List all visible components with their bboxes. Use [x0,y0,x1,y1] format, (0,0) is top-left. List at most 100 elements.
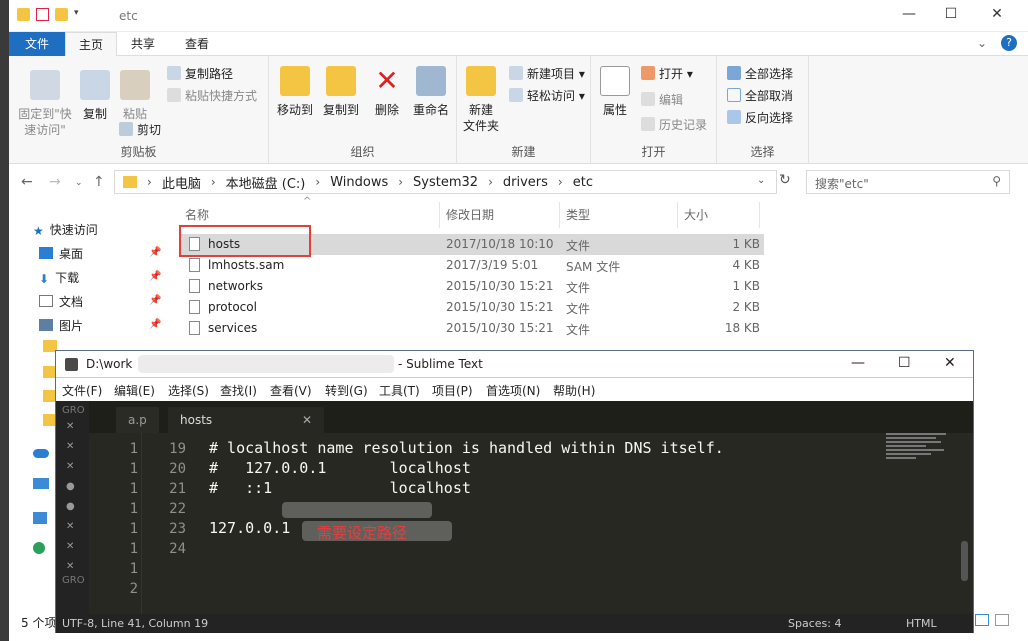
nav-desktop[interactable]: 桌面 [39,245,83,262]
copy-to-button[interactable]: 复制到 [319,66,363,118]
vertical-scrollbar[interactable] [961,541,968,581]
sidebar-close-icon[interactable]: ✕ [66,441,74,452]
table-row[interactable]: lmhosts.sam 2017/3/19 5:01 SAM 文件 4 KB [179,255,764,276]
forward-arrow-icon[interactable]: → [49,174,61,190]
close-button[interactable]: ✕ [977,6,1017,26]
edit-button[interactable]: 编辑 [641,91,683,108]
delete-button[interactable]: ✕ 删除 [369,66,405,118]
sidebar-close-icon[interactable]: ✕ [66,461,74,472]
properties-check-icon[interactable] [36,8,49,21]
new-folder-button[interactable]: 新建 文件夹 [461,66,501,134]
search-input[interactable]: 搜索"etc" ⚲ [806,170,1010,194]
tab-a-p[interactable]: a.p [116,407,159,433]
pin-quick-access-button[interactable]: 固定到"快速访问" [13,70,77,138]
nav-quick-access[interactable]: ★ 快速访问 [33,221,98,238]
back-arrow-icon[interactable]: ← [21,174,33,190]
close-tab-icon[interactable]: ✕ [302,407,312,433]
folder-icon[interactable] [17,8,30,21]
menu-project[interactable]: 项目(P) [432,382,473,399]
code-line[interactable]: # 127.0.0.1 localhost [209,459,471,477]
this-pc-icon[interactable] [33,478,49,489]
sidebar-dot-icon[interactable]: ● [66,481,75,492]
code-line[interactable]: # localhost name resolution is handled w… [209,439,724,457]
minimize-button[interactable]: — [889,6,929,26]
recent-dropdown-icon[interactable]: ⌄ [75,178,83,188]
crumb-etc[interactable]: etc [573,175,593,190]
crumb-local-disk[interactable]: 本地磁盘 (C:) [226,173,306,192]
pin-icon[interactable]: 📌 [149,247,161,258]
help-icon[interactable]: ? [1001,35,1017,51]
table-row[interactable]: networks 2015/10/30 15:21 文件 1 KB [179,276,764,297]
nav-downloads[interactable]: ⬇ 下载 [39,269,79,286]
rename-button[interactable]: 重命名 [409,66,453,118]
table-row[interactable]: protocol 2015/10/30 15:21 文件 2 KB [179,297,764,318]
column-type[interactable]: 类型 [566,206,590,223]
sidebar-close-icon[interactable]: ✕ [66,521,74,532]
details-view-icon[interactable] [975,614,989,626]
menu-tools[interactable]: 工具(T) [379,382,420,399]
select-all-button[interactable]: 全部选择 [727,65,793,82]
nav-documents[interactable]: 文档 [39,293,83,310]
paste-shortcut-button[interactable]: 粘贴快捷方式 [167,87,257,104]
network-icon[interactable] [33,512,47,524]
copy-path-button[interactable]: 复制路径 [167,65,233,82]
properties-button[interactable]: 属性 [595,66,635,118]
pin-icon[interactable]: 📌 [149,319,161,330]
minimap[interactable] [886,433,956,483]
up-arrow-icon[interactable]: ↑ [93,174,105,190]
table-row[interactable]: services 2015/10/30 15:21 文件 18 KB [179,318,764,339]
menu-preferences[interactable]: 首选项(N) [486,382,540,399]
large-icons-view-icon[interactable] [995,614,1009,626]
status-syntax[interactable]: HTML [906,617,937,630]
close-button[interactable]: ✕ [944,355,956,371]
new-folder-icon[interactable] [55,8,68,21]
onedrive-icon[interactable] [33,449,49,458]
maximize-button[interactable]: ☐ [898,355,911,371]
column-size[interactable]: 大小 [684,206,708,223]
sidebar-dot-icon[interactable]: ● [66,501,75,512]
minimize-button[interactable]: — [851,355,865,371]
cut-button[interactable]: 剪切 [119,121,161,138]
crumb-windows[interactable]: Windows [330,175,388,190]
crumb-system32[interactable]: System32 [413,175,478,190]
menu-edit[interactable]: 编辑(E) [114,382,155,399]
refresh-icon[interactable]: ↻ [779,172,791,188]
menu-selection[interactable]: 选择(S) [168,382,209,399]
paste-button[interactable]: 粘贴 [115,70,155,122]
history-button[interactable]: 历史记录 [641,116,707,133]
crumb-this-pc[interactable]: 此电脑 [162,173,201,192]
tab-share[interactable]: 共享 [121,32,165,56]
sidebar-close-icon[interactable]: ✕ [66,561,74,572]
easy-access-button[interactable]: 轻松访问 ▾ [509,87,585,104]
invert-selection-button[interactable]: 反向选择 [727,109,793,126]
pin-icon[interactable]: 📌 [149,295,161,306]
menu-file[interactable]: 文件(F) [62,382,102,399]
tab-home[interactable]: 主页 [65,32,117,56]
tab-file[interactable]: 文件 [9,32,65,56]
menu-view[interactable]: 查看(V) [270,382,312,399]
dropdown-arrow-icon[interactable]: ▾ [74,8,87,21]
column-modified[interactable]: 修改日期 [446,206,494,223]
breadcrumb[interactable]: › 此电脑 › 本地磁盘 (C:) › Windows › System32 › dri… [114,170,777,194]
sidebar-close-icon[interactable]: ✕ [66,421,74,432]
expand-ribbon-icon[interactable]: ⌄ [977,36,987,50]
select-none-button[interactable]: 全部取消 [727,87,793,104]
code-line[interactable]: 127.0.0.1 [209,519,290,537]
tab-hosts[interactable]: hosts ✕ [168,407,324,433]
copy-button[interactable]: 复制 [75,70,115,122]
column-name[interactable]: 名称 [185,206,209,223]
status-spaces[interactable]: Spaces: 4 [788,617,841,630]
maximize-button[interactable]: ☐ [931,6,971,26]
code-line[interactable]: # ::1 localhost [209,479,471,497]
sidebar-close-icon[interactable]: ✕ [66,541,74,552]
move-to-button[interactable]: 移动到 [273,66,317,118]
pin-icon[interactable]: 📌 [149,271,161,282]
new-item-button[interactable]: 新建项目 ▾ [509,65,585,82]
menu-goto[interactable]: 转到(G) [325,382,368,399]
homegroup-icon[interactable] [33,542,45,554]
open-button[interactable]: 打开 ▾ [641,65,693,82]
crumb-drivers[interactable]: drivers [503,175,548,190]
menu-find[interactable]: 查找(I) [220,382,257,399]
menu-help[interactable]: 帮助(H) [553,382,595,399]
tab-view[interactable]: 查看 [175,32,219,56]
